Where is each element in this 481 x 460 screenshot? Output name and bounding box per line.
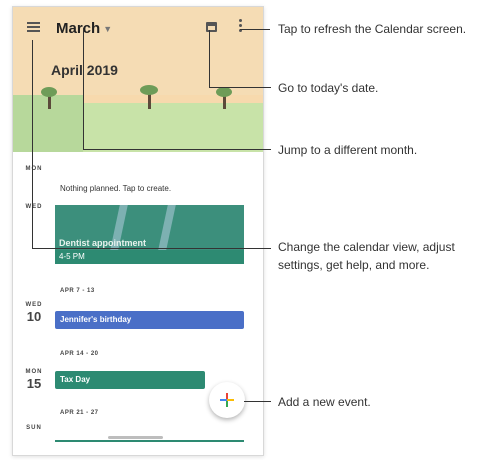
day-label: MON: [25, 166, 43, 172]
month-selector-label: March: [56, 19, 101, 37]
menu-icon[interactable]: [27, 22, 40, 32]
event-tax-day[interactable]: Tax Day: [55, 371, 205, 389]
chevron-down-icon: ▼: [103, 24, 113, 34]
calendar-today-icon[interactable]: [206, 22, 217, 32]
event-dentist-card[interactable]: Dentist appointment: [55, 205, 244, 250]
event-time[interactable]: 4-5 PM: [55, 250, 244, 264]
agenda-list[interactable]: MON Nothing planned. Tap to create. WED …: [13, 152, 263, 455]
callout-line: [240, 29, 270, 30]
nothing-planned-text[interactable]: Nothing planned. Tap to create.: [60, 184, 171, 193]
header-month-title: April 2019: [51, 62, 118, 78]
day-label: MON 15: [25, 369, 43, 391]
callout-line: [209, 87, 271, 88]
callout-refresh: Tap to refresh the Calendar screen.: [278, 22, 467, 36]
callout-line: [83, 149, 271, 150]
tree-icon: [41, 87, 57, 97]
home-indicator[interactable]: [108, 436, 163, 439]
header-ground: [83, 103, 263, 152]
tree-icon: [223, 95, 226, 109]
week-range-label: APR 14 - 20: [60, 351, 99, 357]
event-bar-partial: [55, 440, 244, 442]
callout-line: [209, 30, 210, 87]
day-label: WED 10: [25, 302, 43, 324]
calendar-app-screen: March ▼ April 2019 MON Nothing planned. …: [12, 6, 264, 456]
callout-add: Add a new event.: [278, 395, 371, 409]
callout-line: [32, 40, 33, 248]
month-selector-button[interactable]: March ▼: [56, 19, 112, 37]
callout-menu: Change the calendar view, adjust setting…: [278, 240, 455, 272]
more-vert-icon[interactable]: [239, 19, 243, 35]
tree-icon: [48, 95, 51, 109]
plus-icon: [220, 393, 234, 407]
callout-line: [83, 28, 84, 149]
tree-icon: [148, 93, 151, 109]
add-event-button[interactable]: [209, 382, 245, 418]
week-range-label: APR 7 - 13: [60, 288, 95, 294]
tree-icon: [140, 85, 158, 95]
day-label: SUN: [26, 425, 42, 431]
event-title: Dentist appointment: [59, 238, 146, 248]
week-range-label: APR 21 - 27: [60, 410, 99, 416]
event-birthday[interactable]: Jennifer's birthday: [55, 311, 244, 329]
callout-line: [32, 248, 271, 249]
tree-icon: [216, 87, 232, 97]
day-label: WED: [25, 204, 43, 210]
callout-month: Jump to a different month.: [278, 143, 418, 157]
header-sky: [13, 7, 263, 95]
callout-line: [244, 401, 271, 402]
callout-today: Go to today's date.: [278, 81, 379, 95]
month-header-illustration: March ▼ April 2019: [13, 7, 263, 152]
